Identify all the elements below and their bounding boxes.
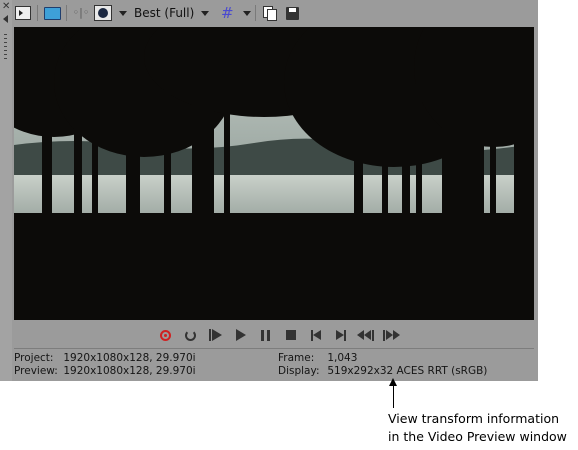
display-label: Display: [278,365,320,377]
overlays-button[interactable] [94,4,112,22]
frame-value: 1,043 [327,352,358,364]
record-button[interactable] [157,327,174,343]
display-info: Display: 519x292x32 ACES RRT (sRGB) [278,365,487,378]
prev-frame-icon [310,329,321,341]
frame-label: Frame: [278,352,315,364]
grid-icon: # [220,4,234,22]
save-snapshot-icon [285,6,299,20]
docking-strip: ✕ [0,0,12,381]
play-from-start-icon [209,329,222,341]
preview-label: Preview: [14,365,58,377]
external-monitor-button[interactable] [43,4,61,22]
toolbar-separator [255,5,257,21]
video-frame [14,27,534,320]
preview-info: Preview: 1920x1080x128, 29.970i [14,365,196,378]
record-icon [160,329,171,341]
monitor-icon [43,6,61,20]
copy-snapshot-icon [263,6,278,21]
grid-dropdown-icon[interactable] [243,10,252,16]
toolbar-separator [66,5,67,21]
toolbar-separator [37,5,38,21]
project-value: 1920x1080x128, 29.970i [63,352,196,364]
overlays-dropdown-icon[interactable] [119,10,127,16]
go-to-end-button[interactable] [332,327,349,343]
go-to-start-button[interactable] [307,327,324,343]
frame-info: Frame: 1,043 [278,352,357,365]
preview-toolbar: ◦|◦ Best (Full) # [14,2,534,24]
pause-icon [261,329,270,341]
next-marker-icon [382,329,400,341]
preview-value: 1920x1080x128, 29.970i [63,365,196,377]
drag-handle-icon[interactable] [4,34,7,60]
split-screen-button[interactable]: ◦|◦ [72,4,90,22]
grid-button[interactable]: # [218,4,236,22]
copy-snapshot-button[interactable] [261,4,279,22]
video-preview-window: ✕ ◦|◦ Best (Full) # Project: 1920x1080x1… [0,0,538,381]
save-snapshot-button[interactable] [283,4,301,22]
callout-line-1: View transform information [388,411,560,426]
callout-line-2: in the Video Preview window [388,429,567,444]
select-icon [15,6,31,20]
forest-lake-image [14,27,534,320]
stop-button[interactable] [282,327,299,343]
callout-arrow-line [393,384,394,408]
pause-button[interactable] [257,327,274,343]
project-info: Project: 1920x1080x128, 29.970i [14,352,196,365]
next-frame-button[interactable] [382,327,400,343]
project-label: Project: [14,352,54,364]
loop-button[interactable] [182,327,199,343]
close-icon[interactable]: ✕ [2,2,10,12]
previous-frame-button[interactable] [356,327,375,343]
display-value: 519x292x32 ACES RRT (sRGB) [327,365,488,377]
quality-dropdown-icon[interactable] [201,10,210,16]
split-screen-icon: ◦|◦ [72,6,90,19]
play-from-start-button[interactable] [207,327,224,343]
transport-controls [157,326,407,344]
collapse-arrow-icon[interactable] [3,15,8,23]
loop-icon [185,329,196,341]
prev-marker-icon [356,329,375,341]
play-icon [235,329,246,341]
overlay-icon [94,5,112,21]
info-divider [14,348,534,349]
callout-annotation: View transform information in the Video … [388,410,567,446]
stop-icon [285,330,296,340]
play-button[interactable] [232,327,249,343]
select-button[interactable] [14,4,32,22]
next-frame-icon [335,329,346,341]
preview-quality-select[interactable]: Best (Full) [134,6,194,20]
